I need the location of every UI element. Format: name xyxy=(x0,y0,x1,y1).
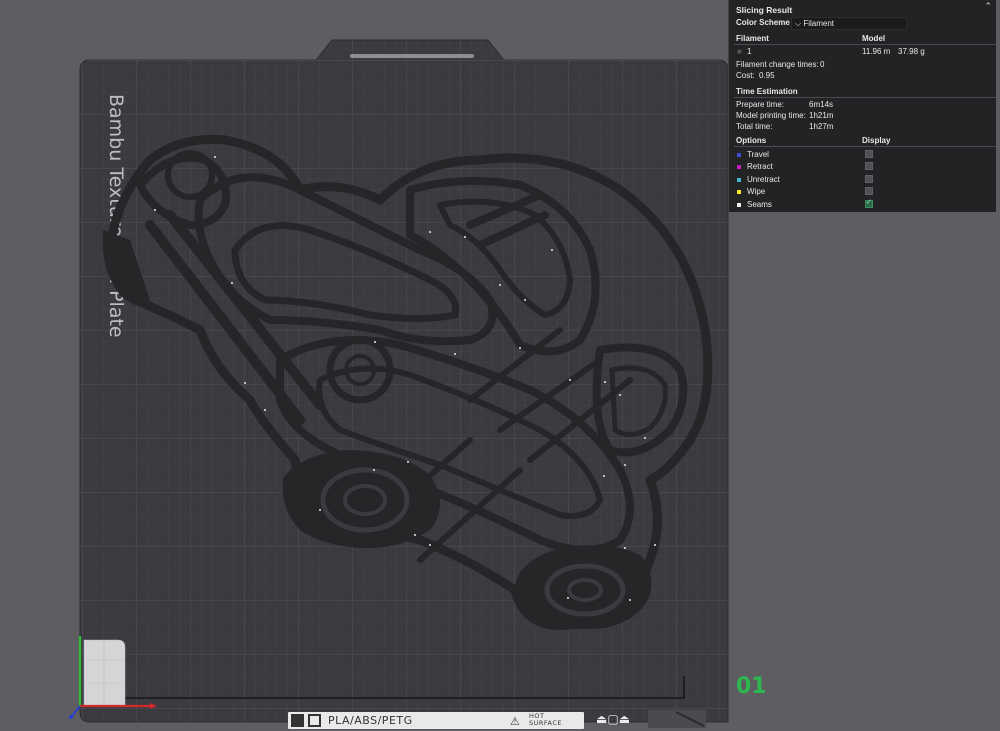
collapse-icon[interactable]: ⌃ xyxy=(984,2,992,11)
time-estimation-header: Time Estimation xyxy=(736,87,798,96)
total-time-label: Total time: xyxy=(736,122,773,131)
options-header: Options xyxy=(736,136,767,145)
model-header: Model xyxy=(862,34,886,43)
option-checkbox-travel[interactable] xyxy=(865,150,873,158)
eject-icon[interactable]: ⏏ xyxy=(596,712,607,726)
color-scheme-select[interactable]: ⌵ Filament xyxy=(791,17,907,30)
warning-icon: ⚠ xyxy=(510,715,520,728)
filament-index: 1 xyxy=(747,47,752,56)
bambu-logo-icon xyxy=(291,714,304,727)
cost-label: Cost: xyxy=(736,71,755,80)
option-label-travel: Travel xyxy=(747,150,769,159)
option-color-swatch xyxy=(737,177,741,182)
option-checkbox-retract[interactable] xyxy=(865,162,873,171)
filament-change-value: 0 xyxy=(820,60,825,69)
chevron-down-icon: ⌵ xyxy=(795,19,802,28)
option-color-swatch xyxy=(737,202,741,207)
filament-length: 11.96 m xyxy=(862,47,891,56)
plate-action-icons: ⏏▢⏏ xyxy=(596,712,640,729)
option-label-seams: Seams xyxy=(747,199,772,209)
filament-header: Filament xyxy=(736,34,769,43)
option-label-unretract: Unretract xyxy=(747,174,780,184)
color-scheme-label: Color Scheme xyxy=(736,18,790,27)
eject-icon[interactable]: ⏏ xyxy=(619,712,630,726)
prepare-time-label: Prepare time: xyxy=(736,100,785,109)
plate-info-strip: PLA/ABS/PETG ⚠ HOT SURFACE xyxy=(288,712,584,729)
option-label-wipe: Wipe xyxy=(747,187,766,197)
model-printing-time-label: Model printing time: xyxy=(736,111,806,120)
option-checkbox-wipe[interactable] xyxy=(865,187,873,196)
option-color-swatch xyxy=(737,153,741,157)
panel-title: Slicing Result xyxy=(736,5,793,15)
option-label-retract: Retract xyxy=(747,162,773,172)
slicing-result-panel: Slicing Result ⌃ Color Scheme ⌵ Filament… xyxy=(728,0,996,212)
filament-weight: 37.98 g xyxy=(898,47,925,56)
material-label: PLA/ABS/PETG xyxy=(328,714,413,727)
plate-handle xyxy=(350,54,474,58)
filament-change-label: Filament change times: xyxy=(736,60,819,69)
plate-icon[interactable]: ▢ xyxy=(607,712,618,726)
option-checkbox-unretract[interactable] xyxy=(865,174,873,183)
color-scheme-value: Filament xyxy=(803,19,834,28)
model-printing-time-value: 1h21m xyxy=(809,111,834,120)
cost-value: 0.95 xyxy=(759,71,775,80)
option-color-swatch xyxy=(737,190,741,195)
plate-number[interactable]: 01 xyxy=(736,674,767,699)
filament-color-swatch: ■ xyxy=(737,47,742,56)
hot-surface-label: HOT SURFACE xyxy=(529,712,563,727)
prepare-time-value: 6m14s xyxy=(809,100,834,109)
total-time-value: 1h27m xyxy=(809,122,834,131)
option-checkbox-seams[interactable] xyxy=(865,199,873,208)
option-color-swatch xyxy=(737,165,741,170)
plate-outline-icon xyxy=(308,714,321,727)
display-header: Display xyxy=(862,136,891,145)
